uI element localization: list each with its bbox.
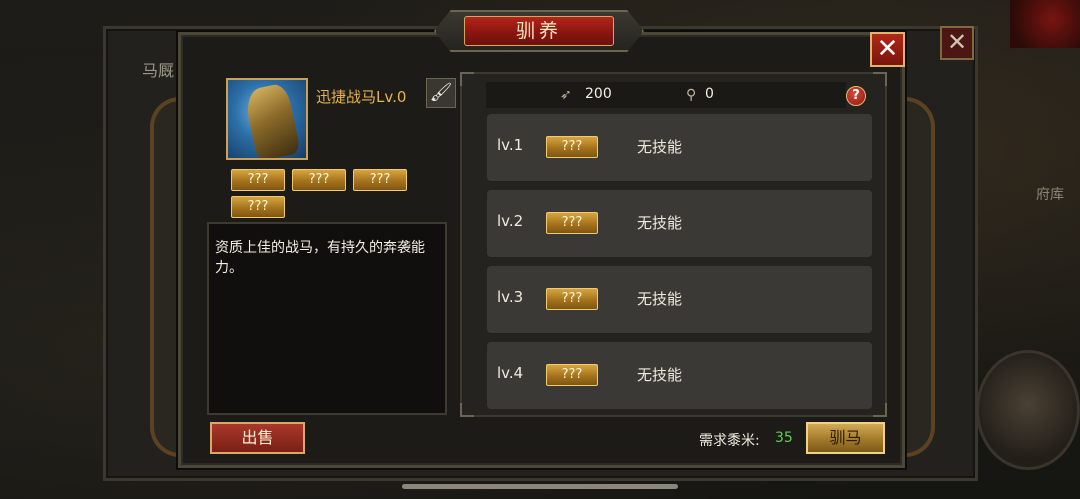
level-skill: 无技能 <box>637 214 683 232</box>
attribute-badge[interactable]: ??? <box>231 169 285 191</box>
stable-right-frame <box>901 97 935 457</box>
attribute-badge[interactable]: ??? <box>353 169 407 191</box>
level-skill: 无技能 <box>637 290 683 308</box>
level-row: lv.2 ??? 无技能 <box>487 190 872 257</box>
level-badge[interactable]: ??? <box>546 136 598 158</box>
brush-icon: 🖌 <box>429 82 453 103</box>
background-banner <box>1010 0 1080 48</box>
sell-button[interactable]: 出售 <box>210 422 305 454</box>
help-button[interactable]: ? <box>846 86 866 106</box>
horse-portrait[interactable] <box>226 78 308 160</box>
background-side-hint: 府库 <box>1036 187 1064 203</box>
level-badge[interactable]: ??? <box>546 212 598 234</box>
tame-button[interactable]: 驯马 <box>806 422 885 454</box>
level-skill: 无技能 <box>637 138 683 156</box>
corner-ornament <box>460 72 474 86</box>
horse-name: 迅捷战马Lv.0 <box>316 88 407 106</box>
level-label: lv.1 <box>497 136 524 154</box>
medicine-amount: 0 <box>705 86 714 102</box>
stable-close-button[interactable]: ✕ <box>940 26 974 60</box>
dialog-title: 驯养 <box>464 16 614 46</box>
home-indicator[interactable] <box>402 484 678 489</box>
level-skill: 无技能 <box>637 366 683 384</box>
level-label: lv.3 <box>497 288 524 306</box>
attribute-badge[interactable]: ??? <box>231 196 285 218</box>
corner-ornament <box>460 403 474 417</box>
level-label: lv.2 <box>497 212 524 230</box>
background-avatar <box>976 350 1080 470</box>
level-badge[interactable]: ??? <box>546 288 598 310</box>
rename-button[interactable]: 🖌 <box>426 78 456 108</box>
level-badge[interactable]: ??? <box>546 364 598 386</box>
requirement-value: 35 <box>775 430 793 446</box>
attribute-badge[interactable]: ??? <box>292 169 346 191</box>
level-row: lv.1 ??? 无技能 <box>487 114 872 181</box>
stable-panel-title: 马厩 <box>142 61 175 80</box>
medicine-icon: ⚲ <box>686 87 697 103</box>
requirement-label: 需求黍米: <box>699 433 760 449</box>
resource-bar <box>486 82 846 108</box>
grain-amount: 200 <box>585 86 612 102</box>
close-button[interactable]: ✕ <box>870 32 905 67</box>
corner-ornament <box>873 72 887 86</box>
grain-icon: ➶ <box>560 87 572 103</box>
horse-armor-image <box>242 82 302 158</box>
horse-description: 资质上佳的战马，有持久的奔袭能力。 <box>215 240 425 276</box>
corner-ornament <box>873 403 887 417</box>
level-row: lv.4 ??? 无技能 <box>487 342 872 409</box>
level-label: lv.4 <box>497 364 524 382</box>
level-row: lv.3 ??? 无技能 <box>487 266 872 333</box>
